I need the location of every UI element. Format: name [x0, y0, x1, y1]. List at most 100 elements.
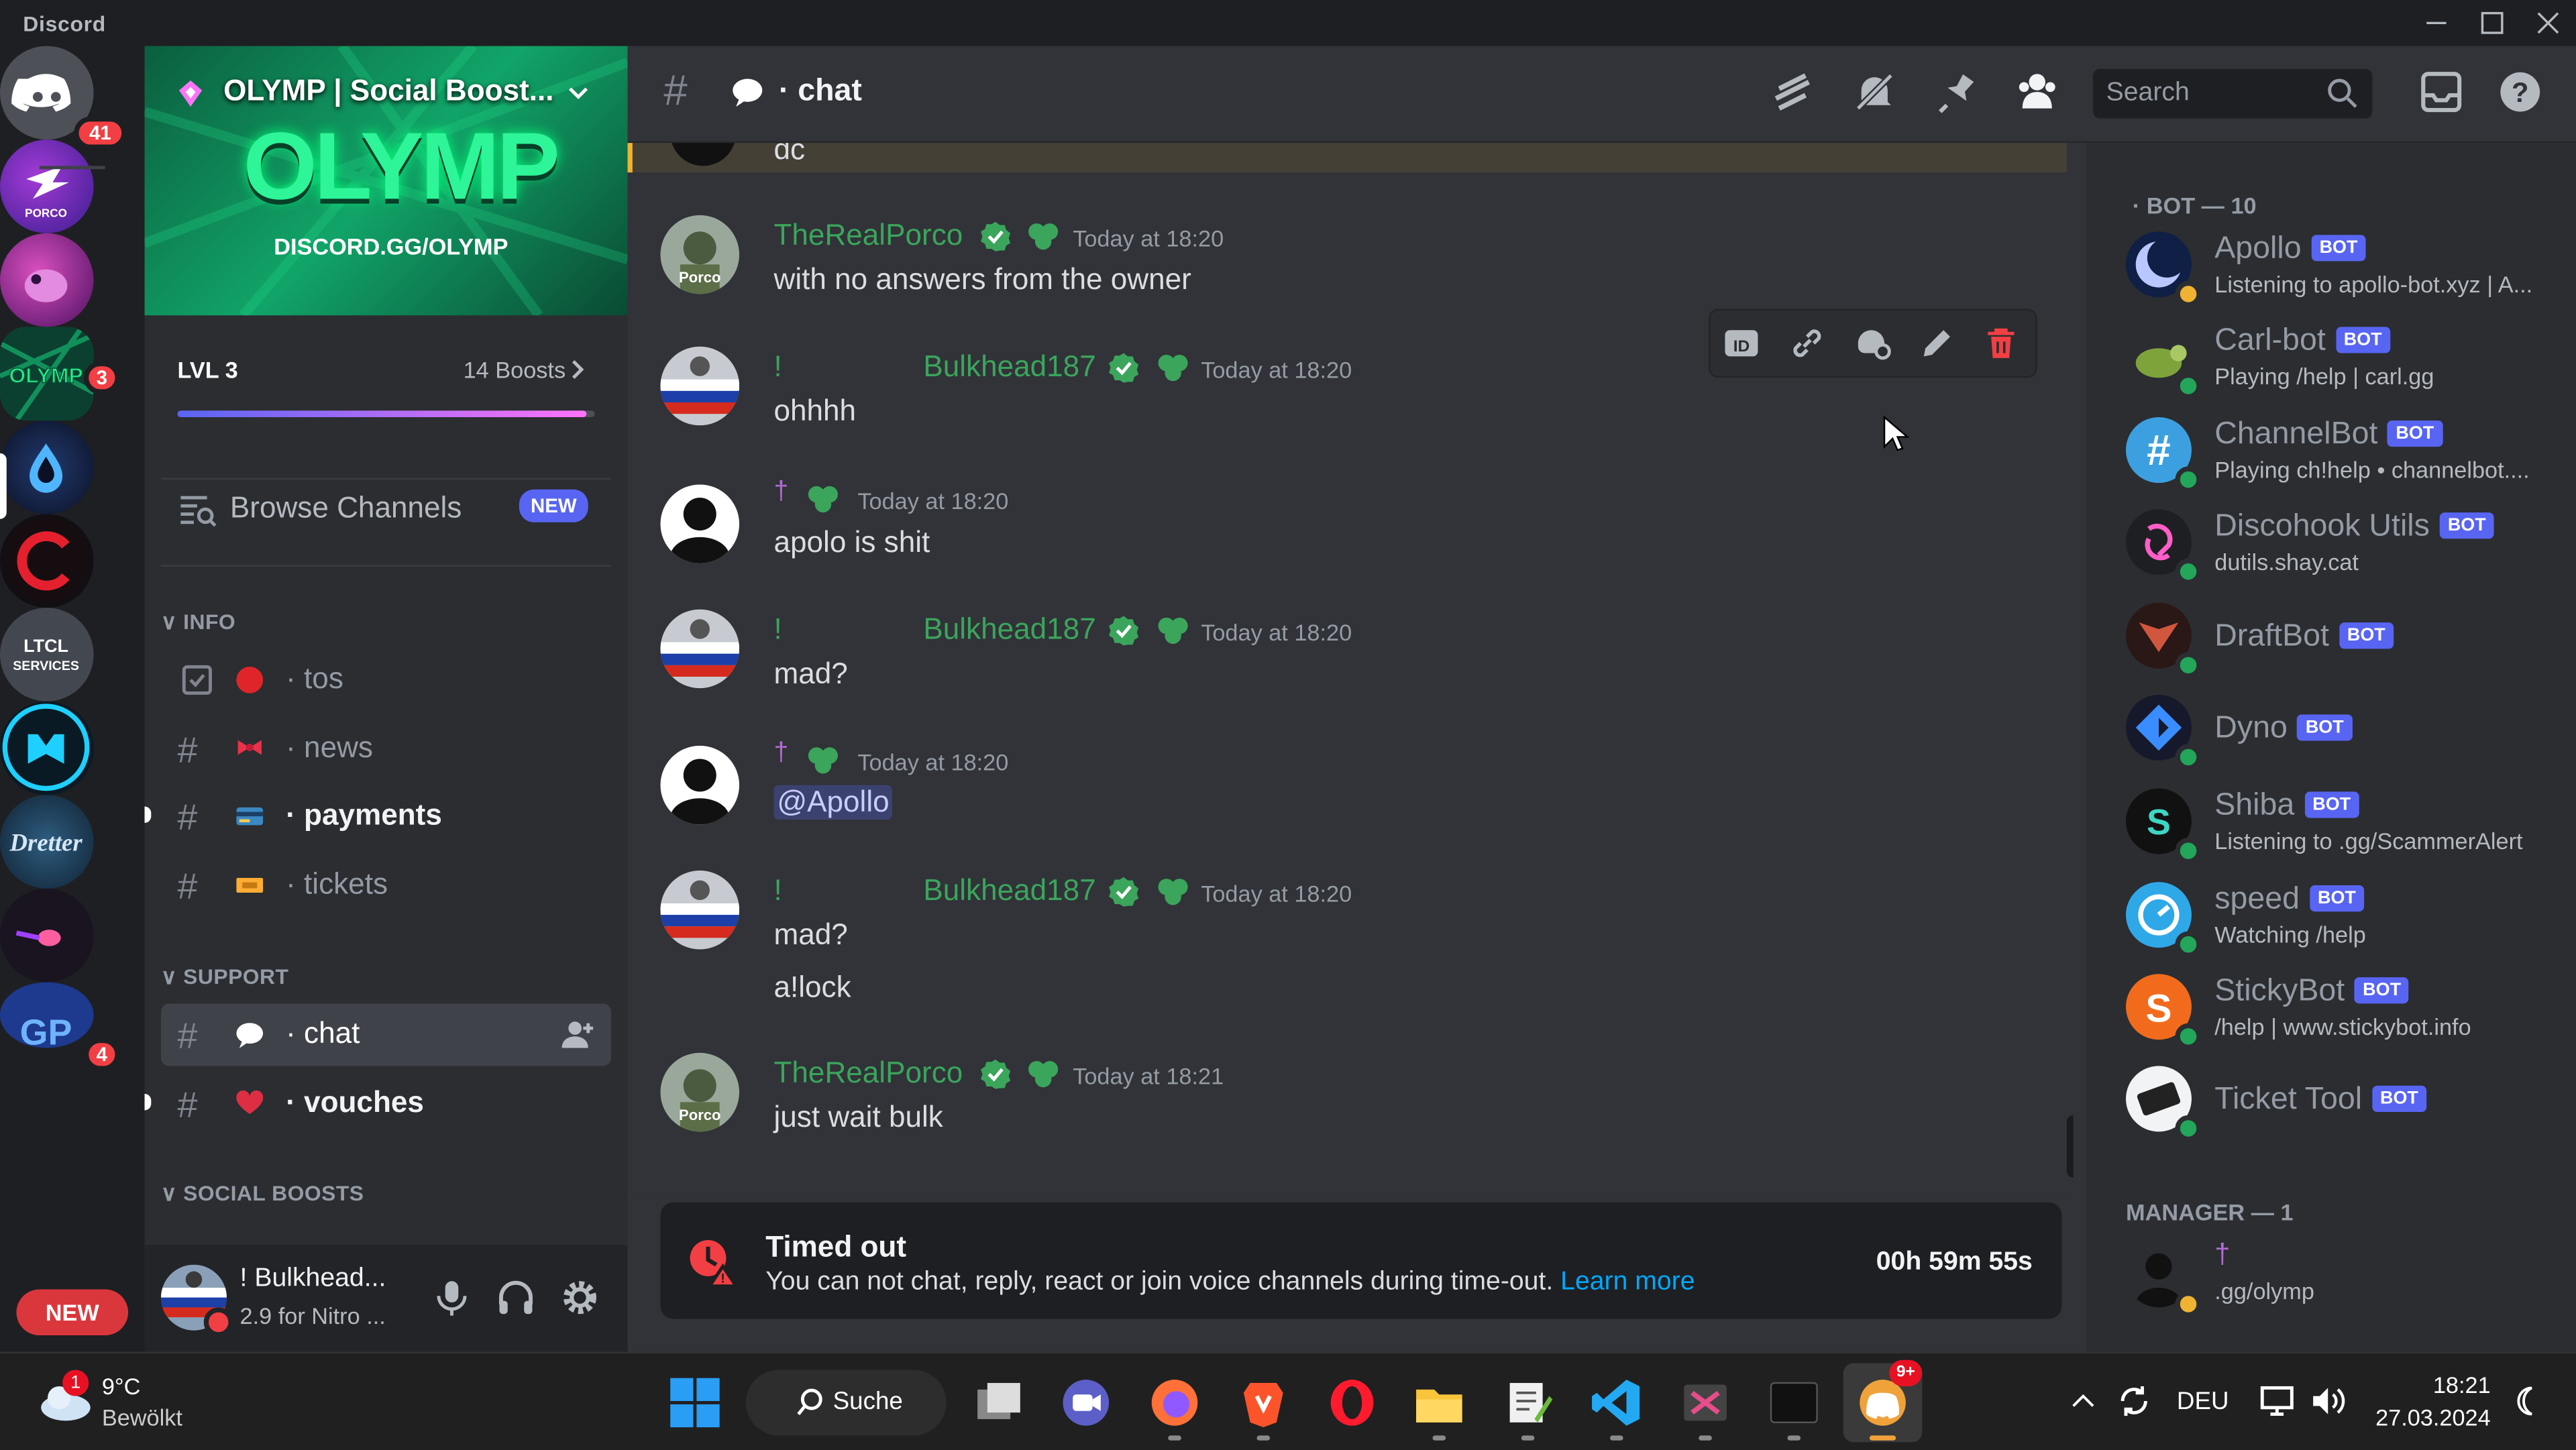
terminal-icon[interactable] [1768, 1376, 1820, 1429]
help-icon[interactable]: ? [2497, 69, 2543, 115]
channel-tickets[interactable]: # · tickets [161, 854, 611, 916]
avatar[interactable] [660, 346, 740, 426]
do-not-disturb-moon-icon[interactable] [2510, 1385, 2543, 1418]
message: † Today at 18:20 apolo is shit [660, 478, 2057, 577]
author-name[interactable]: Bulkhead187 [923, 350, 1095, 384]
member-carl-bot[interactable]: Carl-bot BOT Playing /help | carl.gg [2123, 317, 2566, 400]
microphone-icon[interactable] [434, 1278, 470, 1317]
minimize-icon[interactable] [2420, 7, 2453, 40]
network-icon[interactable] [2257, 1382, 2297, 1421]
search-input[interactable]: Search [2093, 68, 2373, 119]
server-c[interactable] [0, 514, 94, 608]
member-apollo[interactable]: Apollo BOT Listening to apollo-bot.xyz | … [2123, 225, 2566, 307]
category-info[interactable]: ∨ INFO [161, 610, 235, 636]
category-support[interactable]: ∨ SUPPORT [161, 964, 288, 991]
member-list-icon[interactable] [2014, 69, 2060, 115]
chevron-up-icon[interactable] [2070, 1390, 2096, 1412]
vscode-icon[interactable] [1591, 1376, 1643, 1429]
notepad-icon[interactable] [1501, 1376, 1554, 1429]
server-name[interactable]: OLYMP | Social Boost... [223, 74, 553, 108]
avatar[interactable] [660, 609, 740, 689]
server-ltcl[interactable]: LTCL SERVICES [0, 608, 94, 702]
svg-text:PORCO: PORCO [25, 206, 67, 219]
avatar[interactable] [660, 484, 740, 564]
member-stickybot[interactable]: S StickyBot BOT /help | www.stickybot.inf… [2123, 967, 2566, 1050]
server-m[interactable] [0, 701, 94, 795]
server-olymp[interactable]: OLYMP [0, 327, 94, 421]
chevron-right-icon[interactable] [568, 358, 588, 381]
server-gp[interactable]: GP [0, 982, 94, 1048]
silhouette-avatar-icon [670, 759, 730, 825]
taskbar-discord-active[interactable]: 9+ [1843, 1359, 1923, 1443]
verified-badge-icon [1109, 877, 1139, 907]
task-view-icon[interactable] [973, 1376, 1025, 1429]
taskbar-search[interactable]: Suche [745, 1370, 947, 1436]
channel-chat[interactable]: # · chat [161, 1003, 612, 1066]
avatar[interactable] [660, 870, 740, 950]
author-name[interactable]: TheRealPorco [773, 1056, 963, 1091]
boost-count[interactable]: 14 Boosts [464, 356, 566, 382]
firefox-icon[interactable] [1148, 1376, 1201, 1429]
server-porco[interactable]: PORCO [0, 140, 94, 233]
notification-bell-muted-icon[interactable] [1851, 69, 1898, 115]
member-shiba[interactable]: S Shiba BOT Listening to .gg/ScammerAlert [2123, 782, 2566, 865]
boost-progress-bar [177, 410, 595, 418]
headphones-icon[interactable] [496, 1278, 536, 1317]
gp-icon: GP [20, 1013, 72, 1048]
clock-time[interactable]: 18:21 [2415, 1372, 2491, 1398]
clock-date[interactable]: 27.03.2024 [2366, 1404, 2491, 1431]
running-indicator [1699, 1435, 1712, 1441]
home-badge: 41 [74, 116, 127, 150]
member-dyno[interactable]: Dyno BOT [2123, 688, 2566, 771]
chevron-down-icon[interactable] [565, 80, 591, 107]
svg-text:#: # [2147, 427, 2170, 474]
sync-icon[interactable] [2114, 1382, 2154, 1421]
category-social-boosts[interactable]: ∨ SOCIAL BOOSTS [161, 1181, 364, 1207]
file-explorer-icon[interactable] [1413, 1376, 1465, 1429]
language-indicator[interactable]: DEU [2177, 1388, 2229, 1416]
maximize-icon[interactable] [2476, 7, 2509, 40]
opera-icon[interactable] [1326, 1376, 1378, 1429]
learn-more-link[interactable]: Learn more [1560, 1268, 1695, 1296]
teams-meet-icon[interactable] [1060, 1376, 1112, 1429]
server-comet[interactable] [0, 888, 94, 983]
add-member-icon[interactable] [561, 1020, 595, 1050]
channel-name: · tos [286, 661, 343, 695]
channel-payments[interactable]: # · payments [161, 785, 611, 848]
member-channelbot[interactable]: # ChannelBot BOT Playing ch!help • channe… [2123, 410, 2566, 493]
member-draftbot[interactable]: DraftBot BOT [2123, 596, 2566, 679]
channel-news[interactable]: # · news [161, 718, 611, 780]
inbox-icon[interactable] [2418, 69, 2465, 115]
mention-chip[interactable]: @Apollo [773, 785, 893, 820]
channel-vouches[interactable]: # · vouches [161, 1072, 611, 1135]
close-icon[interactable] [2532, 7, 2565, 40]
browse-channels[interactable]: Browse Channels NEW [161, 476, 611, 539]
scrollbar-thumb[interactable] [2066, 1115, 2074, 1178]
volume-icon[interactable] [2308, 1382, 2348, 1421]
avatar[interactable]: Porco [660, 1052, 740, 1132]
member-ticket-tool[interactable]: Ticket Tool BOT [2123, 1060, 2566, 1142]
member-speed[interactable]: speed BOT Watching /help [2123, 875, 2566, 958]
avatar[interactable]: Porco [660, 215, 740, 294]
channel-tos[interactable]: · tos [161, 649, 611, 711]
pin-icon[interactable] [1933, 69, 1980, 115]
server-pink[interactable] [0, 233, 94, 327]
settings-gear-icon[interactable] [560, 1278, 600, 1317]
author-name[interactable]: Bulkhead187 [923, 874, 1095, 908]
author-name[interactable]: Bulkhead187 [923, 612, 1095, 647]
member-discohook[interactable]: Discohook Utils BOT dutils.shay.cat [2123, 502, 2566, 585]
online-status-icon [2175, 558, 2202, 585]
verified-badge-icon [981, 221, 1011, 252]
brave-icon[interactable] [1237, 1376, 1289, 1429]
server-dretter[interactable]: Dretter [0, 795, 94, 889]
avatar[interactable] [660, 745, 740, 825]
server-drop[interactable] [0, 420, 94, 514]
author-name[interactable]: TheRealPorco [773, 219, 963, 253]
threads-icon[interactable] [1771, 69, 1817, 115]
snipping-tool-icon[interactable] [1679, 1376, 1731, 1429]
idle-status-icon [2175, 280, 2202, 307]
member-manager[interactable]: † .gg/olymp [2123, 1235, 2566, 1318]
channel-name: · chat [286, 1016, 360, 1050]
windows-start-icon[interactable] [669, 1376, 721, 1429]
new-unreads-pill[interactable]: NEW [16, 1289, 129, 1336]
